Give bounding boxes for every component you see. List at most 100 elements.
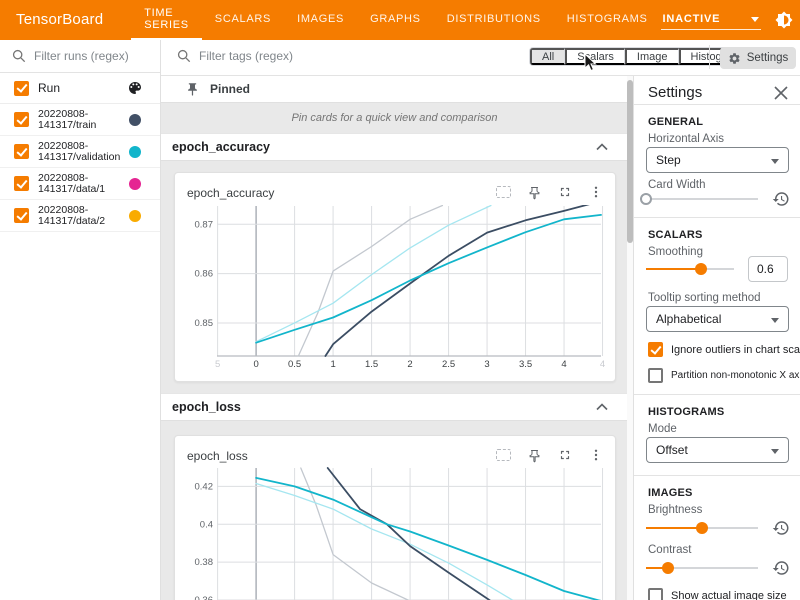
reset-icon[interactable] <box>772 190 790 208</box>
svg-text:2.5: 2.5 <box>442 359 455 370</box>
smoothing-value-input[interactable]: 0.6 <box>748 256 788 282</box>
run-checkbox[interactable] <box>14 208 29 223</box>
svg-text:0.85: 0.85 <box>195 318 214 329</box>
chevron-up-icon[interactable] <box>596 403 608 411</box>
run-checkbox[interactable] <box>14 112 29 127</box>
settings-panel-title: Settings <box>648 84 702 101</box>
runs-sidebar: Run 20220808-141317/train20220808-141317… <box>0 40 161 600</box>
images-section-title: IMAGES <box>648 487 693 499</box>
card-width-slider[interactable] <box>646 193 758 205</box>
line-chart-epoch-loss[interactable]: 0.360.380.40.42 <box>175 462 615 600</box>
chevron-down-icon <box>771 318 779 323</box>
filter-tags-input[interactable] <box>199 49 399 63</box>
run-color-dot <box>129 178 141 190</box>
tab-distributions[interactable]: DISTRIBUTIONS <box>434 0 554 40</box>
general-section-title: GENERAL <box>648 116 703 128</box>
filter-image[interactable]: Image <box>625 48 679 65</box>
settings-button-label: Settings <box>747 52 789 64</box>
line-chart-epoch-accuracy[interactable]: 0.850.860.87500.511.522.533.544 <box>175 199 615 377</box>
svg-text:4: 4 <box>561 359 566 370</box>
contrast-slider[interactable] <box>646 562 758 574</box>
svg-text:0: 0 <box>253 359 258 370</box>
run-name: 20220808-141317/data/1 <box>38 173 105 195</box>
section-title: epoch_loss <box>172 400 241 414</box>
partition-x-axis-row[interactable]: Partition non-monotonic X axis ? <box>648 368 800 383</box>
tag-type-filter-group: AllScalarsImageHistogram <box>529 47 752 66</box>
chevron-up-icon[interactable] <box>596 143 608 151</box>
reset-icon[interactable] <box>772 519 790 537</box>
close-icon[interactable] <box>774 86 788 100</box>
svg-text:2: 2 <box>407 359 412 370</box>
pin-icon <box>185 82 200 97</box>
pin-hint-text: Pin cards for a quick view and compariso… <box>161 103 628 133</box>
horizontal-axis-select[interactable]: Step <box>646 147 789 173</box>
scalars-section-title: SCALARS <box>648 229 703 241</box>
tab-histograms[interactable]: HISTOGRAMS <box>554 0 661 40</box>
card-title: epoch_loss <box>187 449 248 463</box>
filter-scalars[interactable]: Scalars <box>565 48 625 65</box>
run-row-141317-data-2[interactable]: 20220808-141317/data/2 <box>0 200 160 232</box>
histogram-mode-value: Offset <box>656 443 688 457</box>
svg-text:4: 4 <box>600 359 605 370</box>
run-row-141317-validation[interactable]: 20220808-141317/validation <box>0 136 160 168</box>
section-title: epoch_accuracy <box>172 140 270 154</box>
svg-text:0.87: 0.87 <box>195 219 214 230</box>
tab-time-series[interactable]: TIME SERIES <box>131 0 202 40</box>
filter-tags-search <box>177 49 399 63</box>
ignore-outliers-label: Ignore outliers in chart scaling <box>671 344 800 356</box>
show-actual-size-checkbox[interactable] <box>648 588 663 600</box>
select-all-runs-checkbox[interactable] <box>14 81 29 96</box>
ignore-outliers-row[interactable]: Ignore outliers in chart scaling <box>648 342 800 357</box>
search-icon <box>177 49 191 63</box>
theme-icon[interactable] <box>775 11 793 29</box>
horizontal-axis-label: Horizontal Axis <box>648 133 724 145</box>
svg-text:3.5: 3.5 <box>519 359 532 370</box>
run-color-dot <box>129 210 141 222</box>
brightness-slider[interactable] <box>646 522 758 534</box>
main-toolbar: AllScalarsImageHistogram Settings <box>161 40 800 76</box>
run-list: 20220808-141317/train 20220808-141317/val… <box>0 104 160 232</box>
filter-all[interactable]: All <box>530 48 565 65</box>
run-color-dot <box>129 146 141 158</box>
chevron-down-icon <box>771 449 779 454</box>
run-checkbox[interactable] <box>14 176 29 191</box>
tab-graphs[interactable]: GRAPHS <box>357 0 434 40</box>
top-navbar: TensorBoard TIME SERIESSCALARSIMAGESGRAP… <box>0 0 800 40</box>
contrast-label: Contrast <box>648 544 691 556</box>
tab-scalars[interactable]: SCALARS <box>202 0 284 40</box>
show-actual-size-row[interactable]: Show actual image size <box>648 588 787 600</box>
filter-runs-input[interactable] <box>34 49 144 63</box>
chevron-down-icon <box>751 17 759 22</box>
run-status-dropdown[interactable]: INACTIVE <box>661 10 761 30</box>
run-row-141317-data-1[interactable]: 20220808-141317/data/1 <box>0 168 160 200</box>
horizontal-axis-value: Step <box>656 153 681 167</box>
partition-x-axis-checkbox[interactable] <box>648 368 663 383</box>
run-name: 20220808-141317/train <box>38 109 96 131</box>
navbar-right: INACTIVE ? <box>661 0 800 40</box>
palette-icon <box>127 80 143 96</box>
svg-text:0.86: 0.86 <box>195 269 214 280</box>
histogram-mode-select[interactable]: Offset <box>646 437 789 463</box>
histograms-section-title: HISTOGRAMS <box>648 406 724 418</box>
run-checkbox[interactable] <box>14 144 29 159</box>
scalar-card-epoch-loss: epoch_loss 0.360.380.40.42 <box>174 435 616 600</box>
partition-x-axis-label: Partition non-monotonic X axis <box>671 370 800 381</box>
section-header-epoch-loss[interactable]: epoch_loss <box>161 393 628 421</box>
reset-icon[interactable] <box>772 559 790 577</box>
histogram-mode-label: Mode <box>648 423 677 435</box>
tooltip-sorting-select[interactable]: Alphabetical <box>646 306 789 332</box>
tooltip-sorting-value: Alphabetical <box>656 312 721 326</box>
card-width-label: Card Width <box>648 179 706 191</box>
section-header-epoch-accuracy[interactable]: epoch_accuracy <box>161 133 628 161</box>
toolbar-divider <box>709 45 710 69</box>
filter-runs-search <box>0 40 160 73</box>
settings-button[interactable]: Settings <box>720 47 796 69</box>
run-name: 20220808-141317/validation <box>38 141 120 163</box>
ignore-outliers-checkbox[interactable] <box>648 342 663 357</box>
smoothing-slider[interactable] <box>646 263 734 275</box>
svg-text:0.42: 0.42 <box>195 481 214 492</box>
tab-images[interactable]: IMAGES <box>284 0 357 40</box>
run-row-141317-train[interactable]: 20220808-141317/train <box>0 104 160 136</box>
svg-text:1.5: 1.5 <box>365 359 378 370</box>
smoothing-label: Smoothing <box>648 246 703 258</box>
